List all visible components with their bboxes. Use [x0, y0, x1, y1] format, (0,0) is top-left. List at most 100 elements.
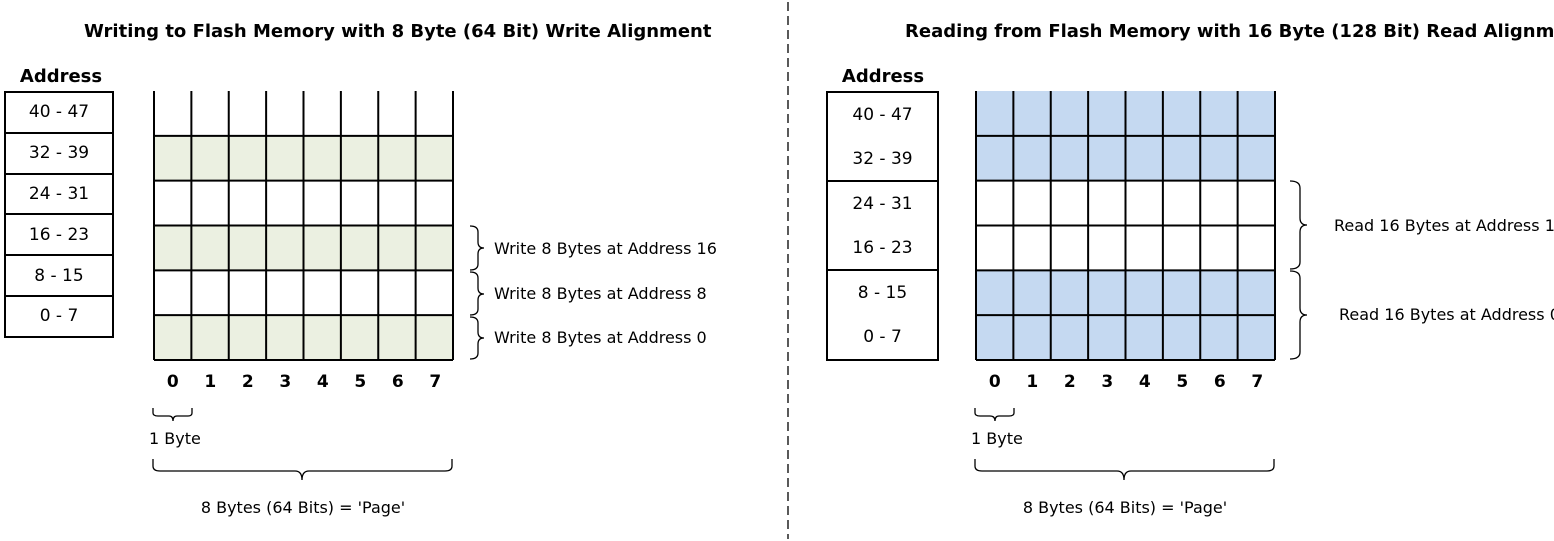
memory-byte-cell — [415, 91, 453, 136]
memory-byte-cell — [340, 315, 379, 360]
memory-byte-cell — [1088, 315, 1126, 360]
memory-byte-cell — [340, 225, 379, 271]
memory-byte-cell — [1162, 225, 1201, 271]
memory-byte-cell — [1125, 180, 1163, 226]
memory-byte-cell — [1237, 225, 1275, 271]
brace-icon — [1289, 180, 1308, 270]
memory-byte-cell — [976, 180, 1014, 226]
byte-brace-icon — [152, 408, 193, 422]
left-byte-label: 1 Byte — [149, 429, 201, 448]
memory-byte-cell — [154, 91, 192, 136]
memory-byte-cell — [1200, 91, 1238, 136]
memory-byte-cell — [415, 315, 453, 360]
memory-byte-cell — [303, 270, 341, 316]
memory-byte-cell — [1200, 270, 1238, 316]
memory-byte-cell — [303, 135, 341, 181]
memory-byte-cell — [1237, 270, 1275, 316]
memory-byte-cell — [976, 270, 1014, 316]
brace-icon — [469, 225, 485, 271]
column-index: 6 — [391, 372, 404, 392]
memory-byte-cell — [228, 315, 267, 360]
memory-byte-cell — [1200, 135, 1238, 181]
memory-byte-cell — [415, 135, 453, 181]
byte-brace-icon — [974, 408, 1015, 422]
right-page-label: 8 Bytes (64 Bits) = 'Page' — [1022, 498, 1228, 517]
memory-byte-cell — [191, 270, 229, 316]
memory-byte-cell — [1088, 91, 1126, 136]
memory-byte-cell — [1125, 225, 1163, 271]
column-index: 3 — [1101, 372, 1114, 392]
memory-byte-cell — [378, 91, 416, 136]
memory-byte-cell — [228, 91, 267, 136]
column-index: 5 — [354, 372, 367, 392]
memory-byte-cell — [303, 180, 341, 226]
memory-byte-cell — [266, 91, 304, 136]
column-index: 2 — [1063, 372, 1076, 392]
memory-byte-cell — [266, 315, 304, 360]
memory-byte-cell — [228, 180, 267, 226]
right-memory-grid — [975, 91, 1276, 361]
read-annotation: Read 16 Bytes at Address 0 — [1339, 305, 1554, 324]
memory-byte-cell — [266, 180, 304, 226]
column-index: 1 — [204, 372, 217, 392]
column-index: 4 — [1138, 372, 1151, 392]
memory-byte-cell — [378, 270, 416, 316]
memory-byte-cell — [378, 135, 416, 181]
memory-byte-cell — [1013, 225, 1051, 271]
memory-byte-cell — [303, 225, 341, 271]
brace-icon — [1289, 270, 1308, 360]
memory-byte-cell — [1013, 135, 1051, 181]
left-memory-grid — [153, 91, 454, 361]
right-column-indices: 0 1 2 3 4 5 6 7 — [976, 372, 1276, 392]
left-page-label: 8 Bytes (64 Bits) = 'Page' — [200, 498, 406, 517]
memory-byte-cell — [1013, 270, 1051, 316]
memory-byte-cell — [1013, 315, 1051, 360]
column-index: 5 — [1176, 372, 1189, 392]
column-index: 4 — [316, 372, 329, 392]
page-brace-icon — [974, 459, 1275, 481]
memory-byte-cell — [378, 180, 416, 226]
memory-byte-cell — [1162, 180, 1201, 226]
memory-byte-cell — [1237, 180, 1275, 226]
memory-byte-cell — [976, 315, 1014, 360]
memory-byte-cell — [415, 225, 453, 271]
write-annotation: Write 8 Bytes at Address 16 — [494, 239, 717, 258]
memory-byte-cell — [1013, 91, 1051, 136]
memory-byte-cell — [976, 225, 1014, 271]
memory-byte-cell — [1088, 135, 1126, 181]
column-index: 6 — [1213, 372, 1226, 392]
memory-byte-cell — [154, 225, 192, 271]
column-index: 7 — [429, 372, 442, 392]
memory-byte-cell — [340, 270, 379, 316]
memory-byte-cell — [976, 91, 1014, 136]
column-index: 2 — [241, 372, 254, 392]
brace-icon — [469, 316, 485, 360]
memory-byte-cell — [1200, 180, 1238, 226]
column-index: 7 — [1251, 372, 1264, 392]
memory-byte-cell — [1162, 315, 1201, 360]
memory-byte-cell — [303, 91, 341, 136]
memory-byte-cell — [154, 180, 192, 226]
memory-byte-cell — [1050, 91, 1089, 136]
memory-byte-cell — [1050, 180, 1089, 226]
memory-byte-cell — [415, 180, 453, 226]
memory-byte-cell — [228, 270, 267, 316]
diagram-canvas — [152, 2, 1308, 539]
memory-byte-cell — [191, 225, 229, 271]
memory-byte-cell — [1237, 91, 1275, 136]
read-annotation: Read 16 Bytes at Address 16 — [1334, 216, 1554, 235]
memory-byte-cell — [415, 270, 453, 316]
memory-byte-cell — [1162, 135, 1201, 181]
memory-byte-cell — [976, 135, 1014, 181]
memory-byte-cell — [1050, 315, 1089, 360]
column-index: 1 — [1026, 372, 1039, 392]
memory-byte-cell — [1200, 315, 1238, 360]
memory-byte-cell — [1237, 135, 1275, 181]
memory-byte-cell — [1050, 270, 1089, 316]
memory-byte-cell — [228, 225, 267, 271]
memory-byte-cell — [266, 270, 304, 316]
memory-byte-cell — [1088, 270, 1126, 316]
memory-byte-cell — [1237, 315, 1275, 360]
memory-byte-cell — [191, 91, 229, 136]
memory-byte-cell — [191, 135, 229, 181]
